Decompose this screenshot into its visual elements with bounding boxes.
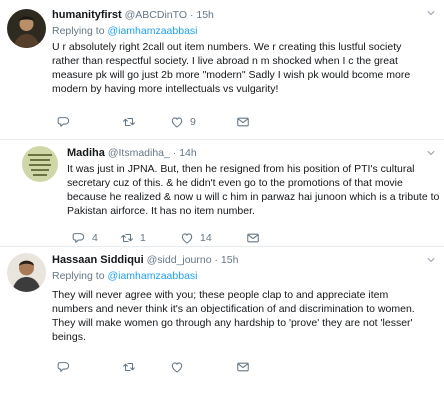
tweet-text-line: They will make women go through any hard… [52,317,413,329]
retweet-button[interactable] [122,115,170,129]
tweet-text-line: rather than respectful society. I live a… [52,55,398,67]
tweet[interactable]: Hassaan Siddiqui @sidd_journo · 15h Repl… [0,247,444,400]
like-icon [180,231,194,245]
replying-to: Replying to @iamhamzaabbasi [52,23,436,39]
tweet-text: It was just in JPNA. But, then he resign… [67,162,440,218]
display-name[interactable]: humanityfirst [52,9,122,21]
display-name[interactable]: Madiha [67,147,105,159]
direct-message-button[interactable] [236,115,250,129]
like-count: 9 [190,116,196,128]
replying-to-label: Replying to [52,25,105,37]
tweet-header: Hassaan Siddiqui @sidd_journo · 15h [52,253,436,268]
mail-icon [246,231,260,245]
reply-icon [57,115,71,129]
tweet-text-line: Pakistan airforce. It has no item number… [67,205,255,217]
timestamp[interactable]: 15h [196,9,214,21]
separator-dot: · [214,254,219,266]
like-button[interactable] [170,360,236,374]
like-button[interactable]: 9 [170,115,236,129]
mail-icon [236,115,250,129]
tweet[interactable]: humanityfirst @ABCDinTO · 15h Replying t… [0,0,444,140]
tweet-text-line: numbers and never think it's an objectif… [52,303,415,315]
tweet-header: humanityfirst @ABCDinTO · 15h [52,8,436,23]
tweet-text: They will never agree with you; these pe… [52,288,436,344]
tweet-text-line: modern by having more intellectuals vs v… [52,83,279,95]
replying-to-label: Replying to [52,270,105,282]
reply-button[interactable] [57,115,122,129]
separator-dot: · [172,147,177,159]
timestamp[interactable]: 15h [221,254,239,266]
retweet-icon [122,115,136,129]
timestamp[interactable]: 14h [179,147,197,159]
display-name[interactable]: Hassaan Siddiqui [52,254,144,266]
tweet-text-line: measure pk will go just 2b more "modern"… [52,69,411,81]
reply-count: 4 [92,232,98,244]
tweet-text: U r absolutely right 2call out item numb… [52,40,436,96]
like-icon [170,115,184,129]
tweet-text-line: secretary cuz of this. & he didn't even … [67,177,403,189]
mail-icon [236,360,250,374]
reply-icon [72,231,86,245]
tweet-text-line: beings. [52,331,86,343]
retweet-count: 1 [140,232,146,244]
reply-button[interactable] [57,360,122,374]
tweet-text-line: They will never agree with you; these pe… [52,289,389,301]
retweet-icon [122,360,136,374]
like-button[interactable]: 14 [180,231,246,245]
retweet-button[interactable]: 1 [120,231,180,245]
tweet-actions [57,359,250,375]
tweet-text-line: because he realized & now u will c him i… [67,191,440,203]
reply-icon [57,360,71,374]
like-icon [170,360,184,374]
tweet-actions: 9 [57,114,250,130]
replying-to: Replying to @iamhamzaabbasi [52,268,436,284]
mention-link[interactable]: @iamhamzaabbasi [107,25,197,37]
tweet[interactable]: Madiha @Itsmadiha_ · 14h It was just in … [0,140,444,247]
tweet-actions: 4 1 14 [72,230,260,246]
mention-link[interactable]: @iamhamzaabbasi [107,270,197,282]
tweet-header: Madiha @Itsmadiha_ · 14h [67,146,436,161]
avatar[interactable] [7,253,46,292]
retweet-button[interactable] [122,360,170,374]
retweet-icon [120,231,134,245]
direct-message-button[interactable] [246,231,260,245]
reply-button[interactable]: 4 [72,231,120,245]
direct-message-button[interactable] [236,360,250,374]
avatar[interactable] [7,9,46,48]
tweet-text-line: It was just in JPNA. But, then he resign… [67,163,415,175]
separator-dot: · [189,9,194,21]
user-handle[interactable]: @ABCDinTO [125,9,187,21]
user-handle[interactable]: @Itsmadiha_ [108,147,170,159]
avatar[interactable] [22,146,58,182]
user-handle[interactable]: @sidd_journo [147,254,212,266]
like-count: 14 [200,232,212,244]
tweet-text-line: U r absolutely right 2call out item numb… [52,41,402,53]
